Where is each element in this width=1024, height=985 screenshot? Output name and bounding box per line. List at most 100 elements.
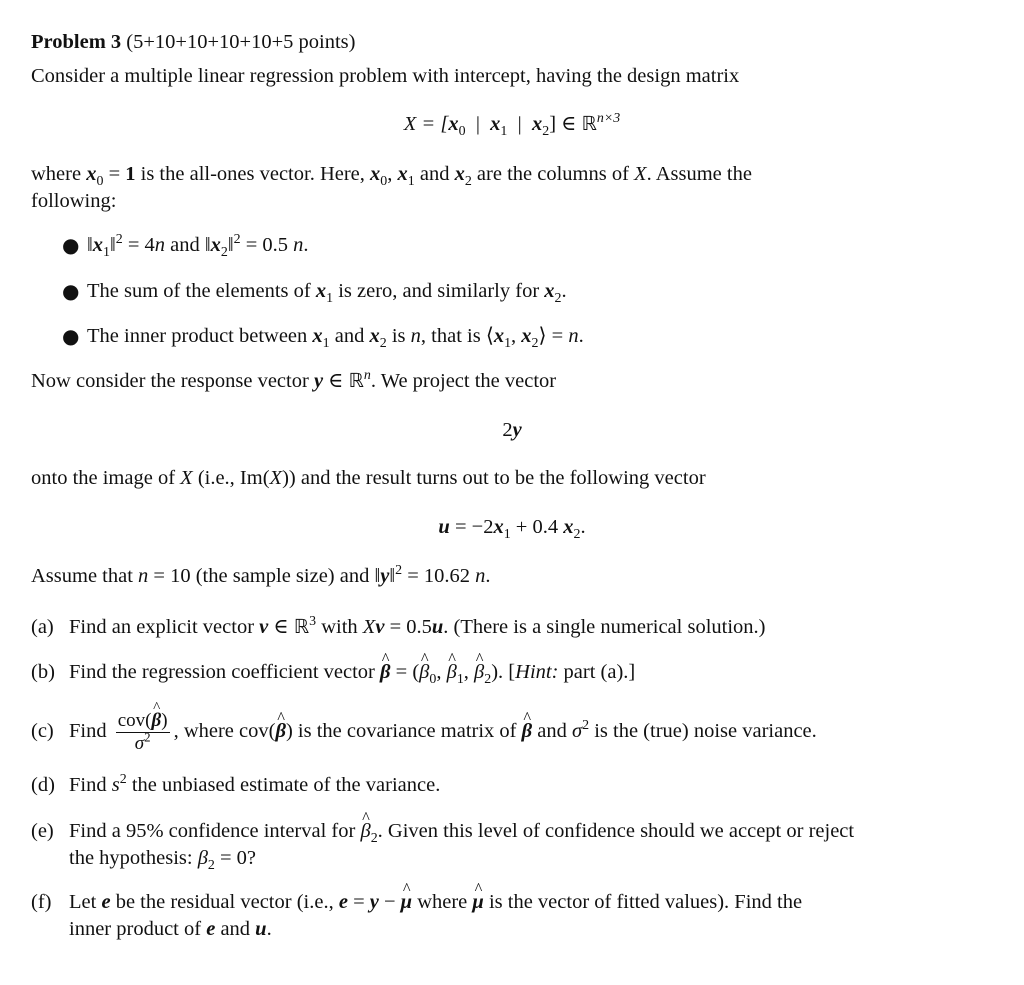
u-symbol: u: [438, 516, 450, 538]
text: = 4: [122, 234, 155, 256]
x-symbol: x: [544, 280, 555, 302]
e-symbol: e: [101, 891, 111, 913]
beta-hat-symbol: β: [522, 707, 533, 755]
text: the hypothesis:: [69, 847, 198, 869]
e-symbol: e: [206, 918, 216, 940]
text: .: [580, 516, 586, 538]
text: ,: [436, 661, 447, 683]
subscript: 1: [456, 672, 464, 688]
v-symbol: v: [259, 616, 269, 638]
subscript: 1: [322, 336, 330, 352]
subscript: 2: [554, 291, 562, 307]
onto-line: onto the image of X (i.e., Im(X)) and th…: [31, 466, 706, 490]
text: −: [378, 891, 401, 913]
text: ,: [463, 661, 475, 683]
beta-hat-symbol: β: [474, 660, 484, 684]
text: is the (true) noise variance.: [589, 720, 817, 742]
n-symbol: n: [568, 325, 579, 347]
intro-text: Consider a multiple linear regression pr…: [31, 65, 740, 87]
text: the unbiased estimate of the variance.: [126, 774, 441, 796]
real-field-symbol: ℝ: [293, 615, 310, 638]
text: is zero, and similarly for: [333, 280, 545, 302]
superscript: 2: [115, 232, 123, 248]
text: ,: [387, 163, 398, 185]
problem-heading: Problem 3 (5+10+10+10+10+5 points): [31, 30, 356, 54]
cov-over-sigma-fraction: cov(β) σ2: [115, 709, 170, 755]
superscript: 2: [119, 772, 127, 788]
y-symbol: y: [369, 891, 379, 913]
X-symbol: X: [362, 616, 376, 638]
mu-hat-symbol: μ: [472, 890, 483, 914]
text: . (There is a single numerical solution.…: [443, 616, 766, 638]
text: (i.e., Im(: [192, 467, 270, 489]
text: .: [578, 325, 584, 347]
subscript: 2: [207, 858, 215, 874]
text: ). [: [491, 661, 516, 683]
text: =: [103, 163, 126, 185]
text: Assume that: [31, 565, 139, 587]
part-label: (e): [31, 820, 54, 842]
text: inner product of: [69, 918, 207, 940]
text: = 10 (the sample size) and ‖: [148, 565, 381, 587]
text: is the vector of fitted values). Find th…: [483, 891, 803, 913]
n-symbol: n: [293, 234, 304, 256]
x-symbol: x: [397, 163, 408, 185]
text: = (: [390, 661, 420, 683]
text: , where cov(: [173, 720, 276, 742]
text: Now consider the response vector: [31, 370, 314, 392]
s-symbol: s: [111, 774, 120, 796]
part-a: (a) Find an explicit vector v ∈ ℝ3 with X…: [31, 615, 766, 639]
x-symbol: x: [92, 234, 104, 256]
real-field-symbol: ℝ: [581, 112, 597, 135]
beta-hat-symbol: β: [360, 819, 370, 843]
text: Find the regression coefficient vector: [69, 661, 381, 683]
subscript: 2: [379, 336, 387, 352]
bullet-icon: ●: [62, 279, 80, 303]
text: =: [347, 891, 370, 913]
matrix-dim: n×3: [596, 111, 621, 127]
response-line: Now consider the response vector y ∈ ℝn.…: [31, 369, 556, 393]
subscript: 1: [504, 336, 512, 352]
fraction-denominator: σ2: [116, 731, 170, 755]
text: is: [386, 325, 411, 347]
display-u-equation: u = −2x1 + 0.4 x2.: [0, 515, 1024, 543]
part-c: (c)Find cov(β) σ2 , where cov(β) is the …: [31, 707, 817, 755]
text: are the columns of: [471, 163, 635, 185]
text: , that is ⟨: [420, 325, 494, 347]
text: Let: [69, 891, 102, 913]
n-symbol: n: [138, 565, 149, 587]
text: ) is the covariance matrix of: [285, 720, 522, 742]
subscript: 2: [531, 336, 539, 352]
text: + 0.4: [510, 516, 564, 538]
matrix-col0: x: [448, 113, 459, 135]
mu-hat-symbol: μ: [401, 890, 412, 914]
part-e-line2: the hypothesis: β2 = 0?: [69, 846, 256, 874]
following-text: following:: [31, 190, 117, 212]
text: with: [316, 616, 363, 638]
x-symbol: x: [369, 325, 380, 347]
x-symbol: x: [493, 325, 505, 347]
part-e: (e) Find a 95% confidence interval for β2…: [31, 819, 854, 846]
x-symbol: x: [315, 280, 327, 302]
n-symbol: n: [154, 234, 166, 256]
text: The inner product between: [87, 325, 313, 347]
X-symbol: X: [634, 163, 647, 185]
matrix-col2: x: [532, 113, 543, 135]
bullet-icon: ●: [62, 324, 80, 348]
subscript: 1: [503, 527, 511, 543]
subscript: 2: [220, 245, 228, 261]
text: ,: [511, 325, 522, 347]
x-symbol: x: [493, 516, 504, 538]
assumption-inner-product: The inner product between x1 and x2 is n…: [87, 324, 584, 352]
text: ⟩ =: [538, 325, 569, 347]
sigma-symbol: σ: [134, 732, 145, 754]
ones-vector: 1: [125, 163, 136, 185]
text: Find a 95% confidence interval for: [69, 820, 361, 842]
text: onto the image of: [31, 467, 181, 489]
x-symbol: x: [454, 163, 465, 185]
text: ): [161, 709, 168, 731]
text: and: [532, 720, 572, 742]
n-symbol: n: [363, 368, 371, 384]
u-symbol: u: [431, 616, 444, 638]
text: part (a).]: [558, 661, 636, 683]
